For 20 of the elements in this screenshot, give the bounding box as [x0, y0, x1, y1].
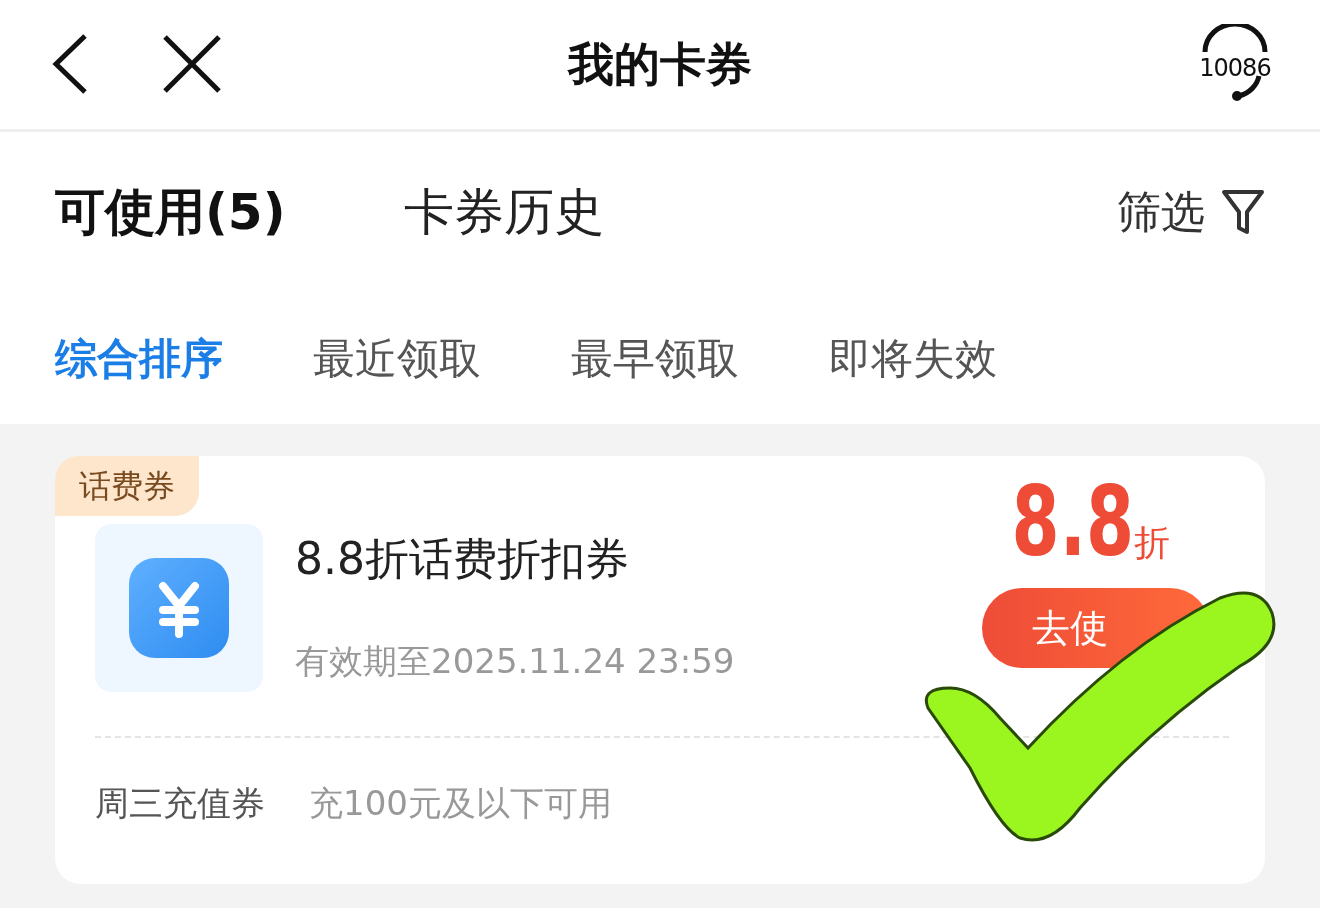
- coupon-title: 8.8折话费折扣券: [295, 532, 630, 586]
- discount-unit: 折: [1134, 522, 1170, 565]
- close-icon[interactable]: [163, 35, 221, 93]
- filter-icon: [1221, 188, 1265, 236]
- page-title: 我的卡券: [568, 36, 752, 93]
- filter-button[interactable]: 筛选: [1117, 179, 1265, 245]
- support-button[interactable]: 10086: [1195, 24, 1275, 104]
- sort-option[interactable]: 最早领取: [571, 326, 739, 390]
- yuan-icon: [129, 558, 229, 658]
- sort-option[interactable]: 综合排序: [55, 326, 223, 390]
- sort-option[interactable]: 最近领取: [313, 326, 481, 390]
- tab[interactable]: 可使用(5): [55, 174, 286, 250]
- sort-option[interactable]: 即将失效: [829, 326, 997, 390]
- back-icon[interactable]: [52, 34, 88, 94]
- discount-value: 8.8: [1011, 474, 1134, 570]
- coupon-tag: 话费券: [55, 456, 199, 516]
- coupon-name: 周三充值券: [95, 782, 265, 825]
- validity-text: 有效期至2025.11.24 23:59: [295, 640, 735, 683]
- condition-text: 充100元及以下可用: [309, 782, 612, 825]
- tab[interactable]: 卡券历史: [403, 174, 604, 250]
